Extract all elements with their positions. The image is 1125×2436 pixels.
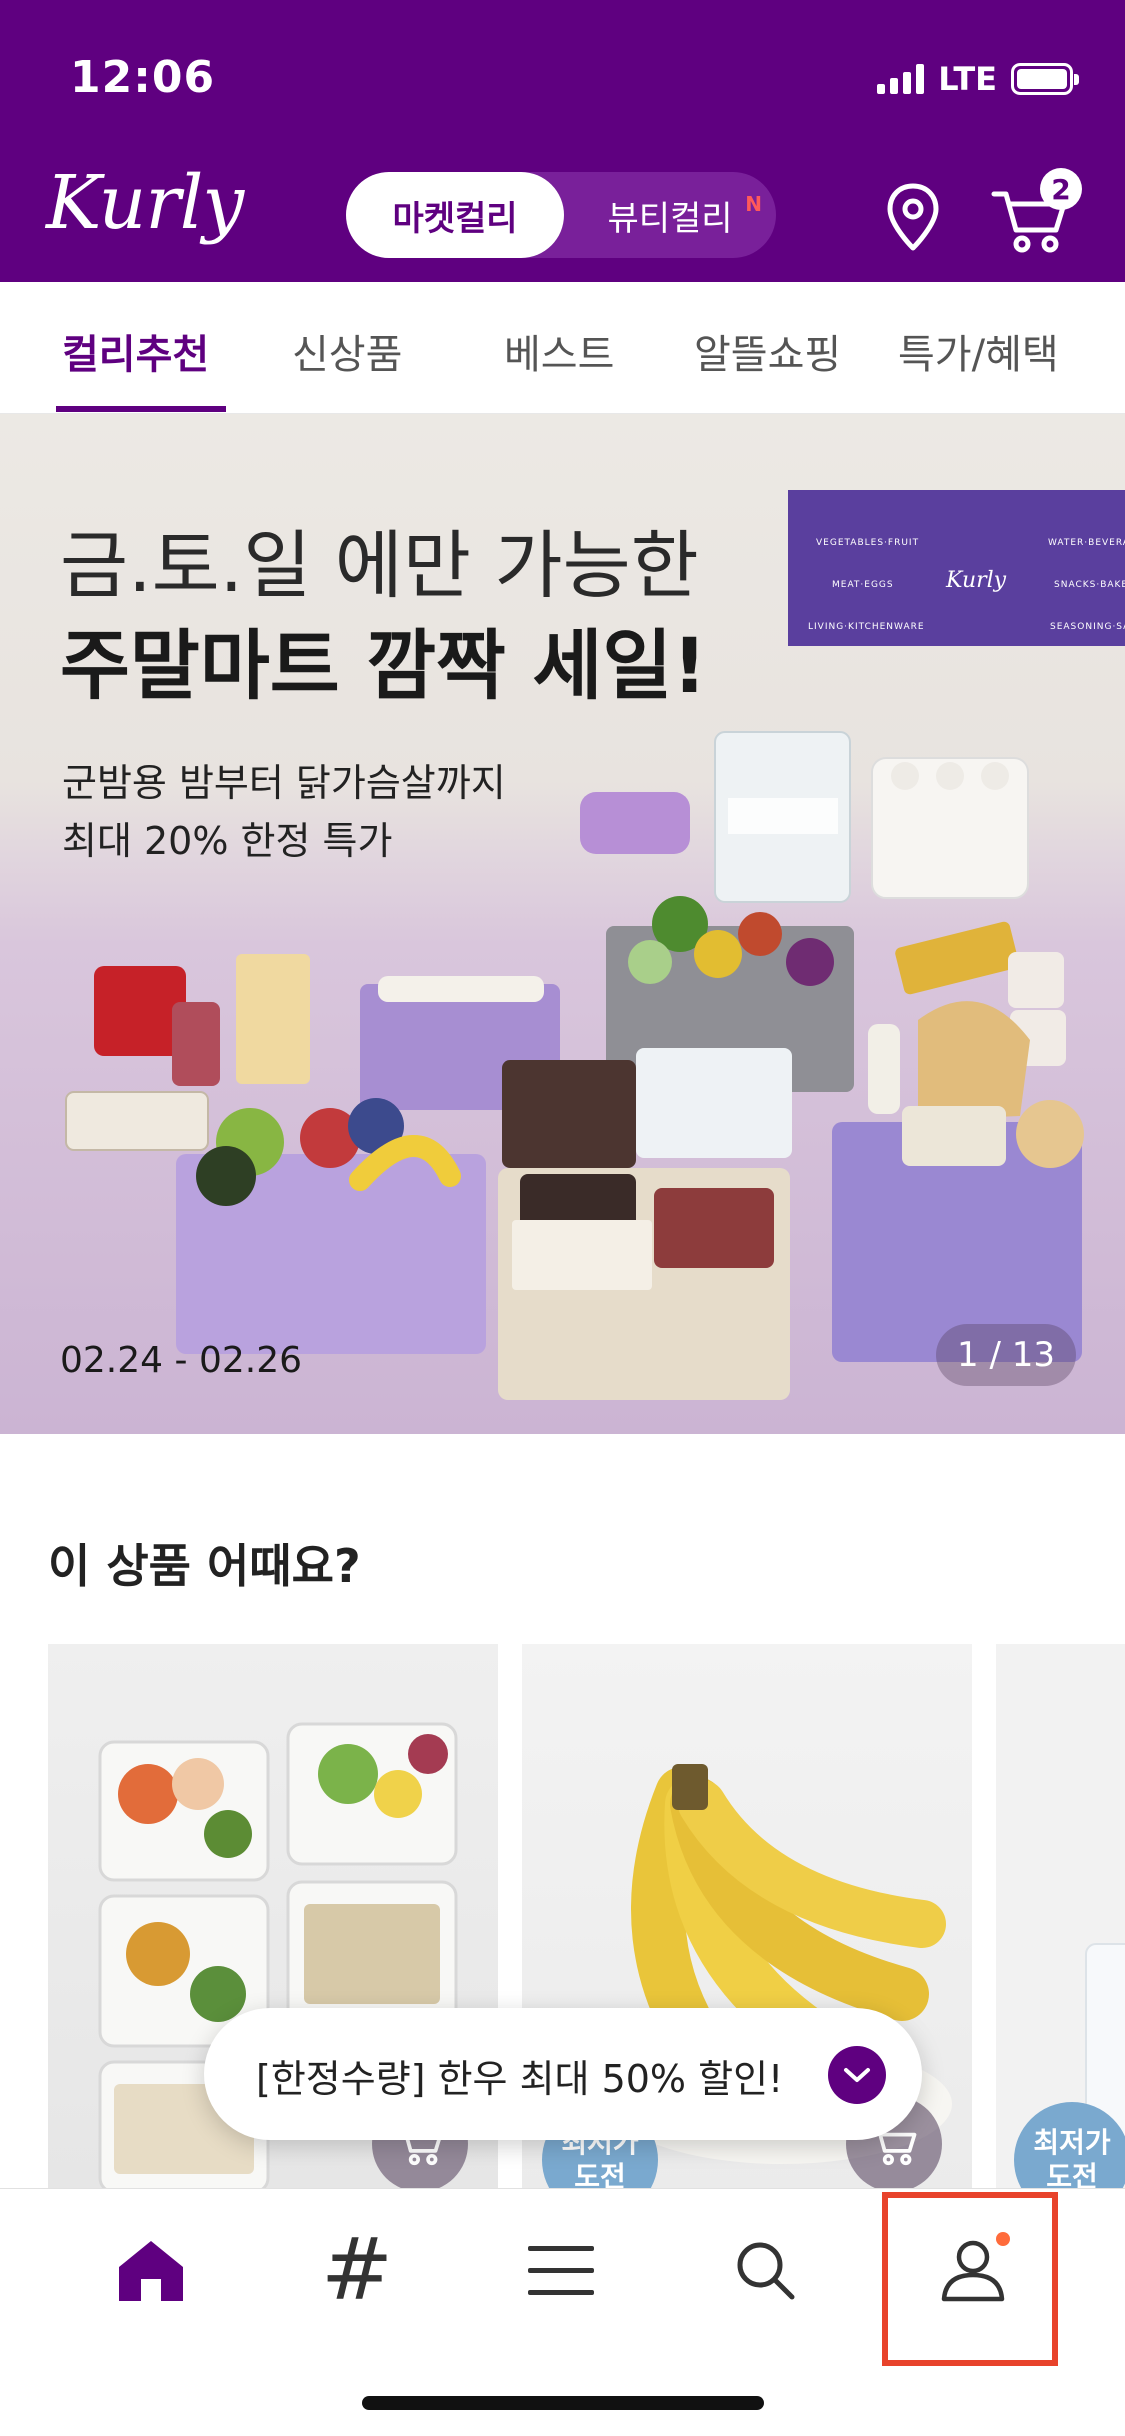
banner-title-line2: 주말마트 깜짝 세일! — [60, 621, 707, 710]
cart-count-badge: 2 — [1040, 168, 1082, 210]
banner-subtitle-line1: 군밤용 밤부터 닭가슴살까지 — [62, 761, 506, 805]
banner-subtitle-line2: 최대 20% 한정 특가 — [62, 819, 393, 863]
signal-icon — [877, 64, 925, 94]
tab-new[interactable]: 신상품 — [292, 322, 402, 380]
sign-label: LIVING·KITCHENWARE — [808, 622, 925, 632]
section-title: 이 상품 어때요? — [48, 1539, 361, 1593]
chevron-down-icon[interactable] — [828, 2046, 886, 2104]
tab-bargain[interactable]: 알뜰쇼핑 — [694, 322, 841, 380]
search-icon — [737, 2242, 795, 2300]
sign-label: SNACKS·BAKER — [1054, 580, 1125, 590]
banner-dates: 02.24 - 02.26 — [60, 1340, 302, 1381]
status-time: 12:06 — [70, 52, 216, 103]
promo-toast[interactable]: [한정수량] 한우 최대 50% 할인! — [204, 2008, 922, 2140]
store-sign: VEGETABLES·FRUIT MEAT·EGGS LIVING·KITCHE… — [788, 490, 1125, 646]
home-icon — [119, 2241, 183, 2301]
kurly-logo[interactable]: Kurly — [46, 160, 244, 246]
app-header: 12:06 LTE Kurly 마켓컬리 뷰티컬리 N 2 — [0, 0, 1125, 282]
highlight-box — [882, 2192, 1058, 2366]
sign-label: VEGETABLES·FRUIT — [816, 538, 920, 548]
badge-line: 최저가 — [1033, 2126, 1111, 2159]
nav-category-tags[interactable]: # — [312, 2225, 402, 2315]
tab-special[interactable]: 특가/혜택 — [898, 322, 1059, 380]
main-banner[interactable]: VEGETABLES·FRUIT MEAT·EGGS LIVING·KITCHE… — [0, 414, 1125, 1434]
new-badge: N — [745, 192, 762, 216]
sign-label: WATER·BEVERAG — [1048, 538, 1125, 548]
banner-title-line1: 금.토.일 에만 가능한 — [60, 523, 699, 609]
category-tabs: 컬리추천 신상품 베스트 알뜰쇼핑 특가/혜택 — [0, 282, 1125, 414]
home-indicator — [362, 2396, 764, 2410]
status-indicators: LTE — [877, 60, 1079, 98]
product-card[interactable]: 최저가 도전 — [996, 1644, 1125, 2194]
market-toggle: 마켓컬리 뷰티컬리 N — [346, 172, 776, 258]
sign-label: SEASONING·SAU — [1050, 622, 1125, 632]
hashtag-icon: # — [320, 2220, 394, 2320]
market-kurly-tab[interactable]: 마켓컬리 — [346, 172, 564, 258]
sign-label: MEAT·EGGS — [832, 580, 894, 590]
nav-home[interactable] — [106, 2225, 196, 2315]
banner-page-counter: 1 / 13 — [936, 1324, 1076, 1386]
location-icon[interactable] — [882, 180, 944, 254]
nav-search[interactable] — [720, 2225, 810, 2315]
tab-recommend[interactable]: 컬리추천 — [62, 322, 209, 380]
battery-icon — [1011, 63, 1079, 95]
active-tab-indicator — [56, 406, 226, 412]
beauty-kurly-tab[interactable]: 뷰티컬리 N — [564, 172, 776, 258]
sign-brand: Kurly — [946, 568, 1007, 593]
beauty-kurly-label: 뷰티컬리 — [607, 198, 733, 239]
menu-icon — [528, 2246, 594, 2295]
nav-menu[interactable] — [516, 2225, 606, 2315]
promo-text: [한정수량] 한우 최대 50% 할인! — [256, 2057, 784, 2101]
tab-best[interactable]: 베스트 — [504, 322, 614, 380]
network-label: LTE — [938, 60, 997, 98]
